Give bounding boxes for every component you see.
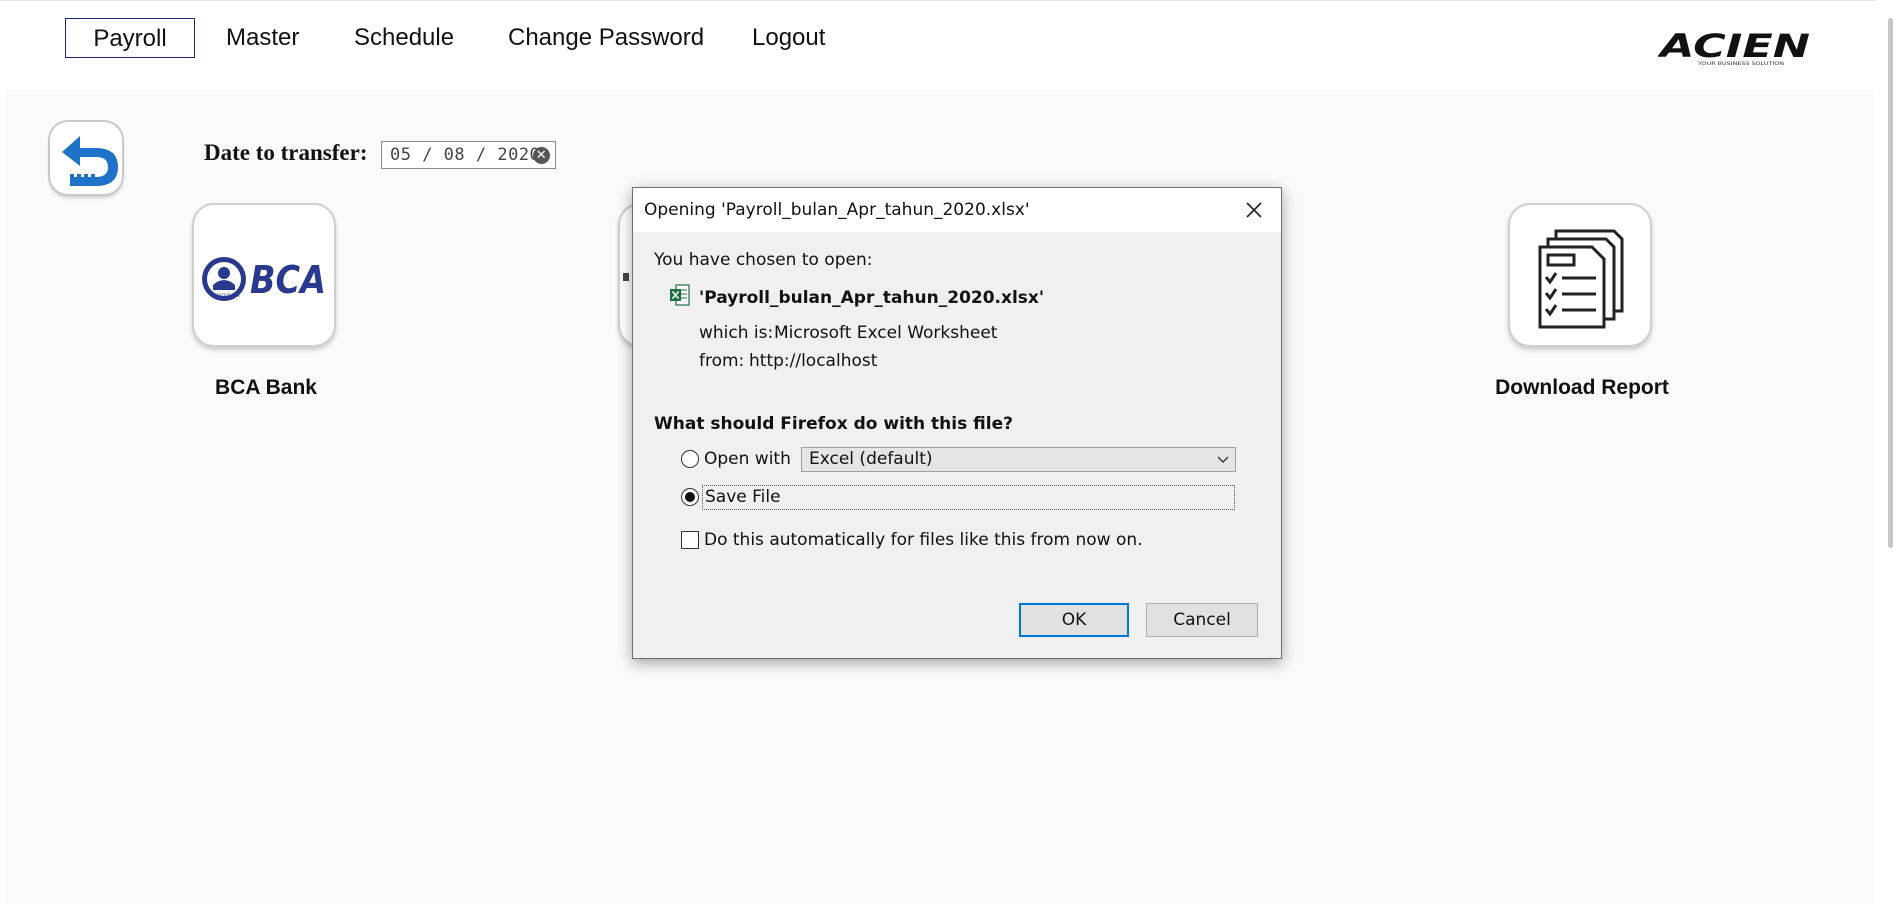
logo-text: ACIEN (1658, 27, 1810, 65)
file-download-dialog: Opening 'Payroll_bulan_Apr_tahun_2020.xl… (632, 187, 1282, 659)
from-value: http://localhost (749, 351, 878, 371)
chevron-down-icon (1217, 456, 1229, 463)
open-with-select[interactable]: Excel (default) (801, 447, 1236, 472)
cancel-button[interactable]: Cancel (1146, 603, 1258, 637)
acien-logo: ACIEN YOUR BUSINESS SOLUTION (1658, 27, 1810, 66)
ok-button[interactable]: OK (1019, 603, 1129, 637)
nav-change-password[interactable]: Change Password (508, 18, 704, 58)
back-arrow-icon (62, 136, 118, 186)
dialog-title: Opening 'Payroll_bulan_Apr_tahun_2020.xl… (644, 200, 1030, 220)
chosen-to-open-label: You have chosen to open: (654, 250, 873, 270)
file-name: 'Payroll_bulan_Apr_tahun_2020.xlsx' (699, 288, 1045, 308)
top-navigation: Payroll Master Schedule Change Password … (0, 0, 1888, 77)
bca-bank-label: BCA Bank (215, 376, 317, 399)
close-icon[interactable] (1243, 199, 1265, 221)
bca-bank-logo-icon: GROUP BCA BCA (202, 257, 326, 302)
nav-schedule[interactable]: Schedule (354, 18, 454, 58)
bca-logo-sub: GROUP BCA (216, 293, 240, 298)
auto-action-label[interactable]: Do this automatically for files like thi… (704, 530, 1143, 550)
save-file-option[interactable]: Save File (702, 485, 1235, 510)
open-with-value: Excel (default) (809, 449, 933, 469)
nav-payroll[interactable]: Payroll (65, 18, 195, 58)
which-is-label: which is: (699, 323, 774, 343)
bca-bank-tile[interactable]: GROUP BCA BCA (192, 203, 336, 347)
save-file-label: Save File (705, 487, 781, 507)
logo-tagline: YOUR BUSINESS SOLUTION (1696, 61, 1784, 66)
save-file-radio[interactable] (681, 488, 699, 506)
auto-action-checkbox[interactable] (681, 531, 699, 549)
clear-date-icon[interactable]: ✕ (533, 147, 550, 164)
from-label: from: (699, 351, 745, 371)
nav-logout[interactable]: Logout (752, 18, 825, 58)
nav-master[interactable]: Master (226, 18, 299, 58)
bca-logo-text: BCA (250, 258, 326, 302)
download-report-tile[interactable] (1508, 203, 1652, 347)
date-to-transfer-input[interactable]: 05 / 08 / 2020 ✕ (381, 141, 556, 169)
which-is-value: Microsoft Excel Worksheet (774, 323, 998, 343)
excel-file-icon (670, 284, 690, 306)
download-report-label: Download Report (1495, 376, 1669, 399)
dialog-question: What should Firefox do with this file? (654, 414, 1013, 434)
date-value: 05 / 08 / 2020 (390, 145, 541, 165)
open-with-radio[interactable] (681, 450, 699, 468)
scrollbar-thumb[interactable] (1888, 18, 1893, 548)
date-to-transfer-label: Date to transfer: (204, 140, 368, 165)
open-with-label[interactable]: Open with (704, 449, 791, 469)
dialog-titlebar: Opening 'Payroll_bulan_Apr_tahun_2020.xl… (633, 188, 1281, 232)
back-button[interactable] (50, 122, 122, 194)
report-document-icon (1538, 229, 1624, 329)
